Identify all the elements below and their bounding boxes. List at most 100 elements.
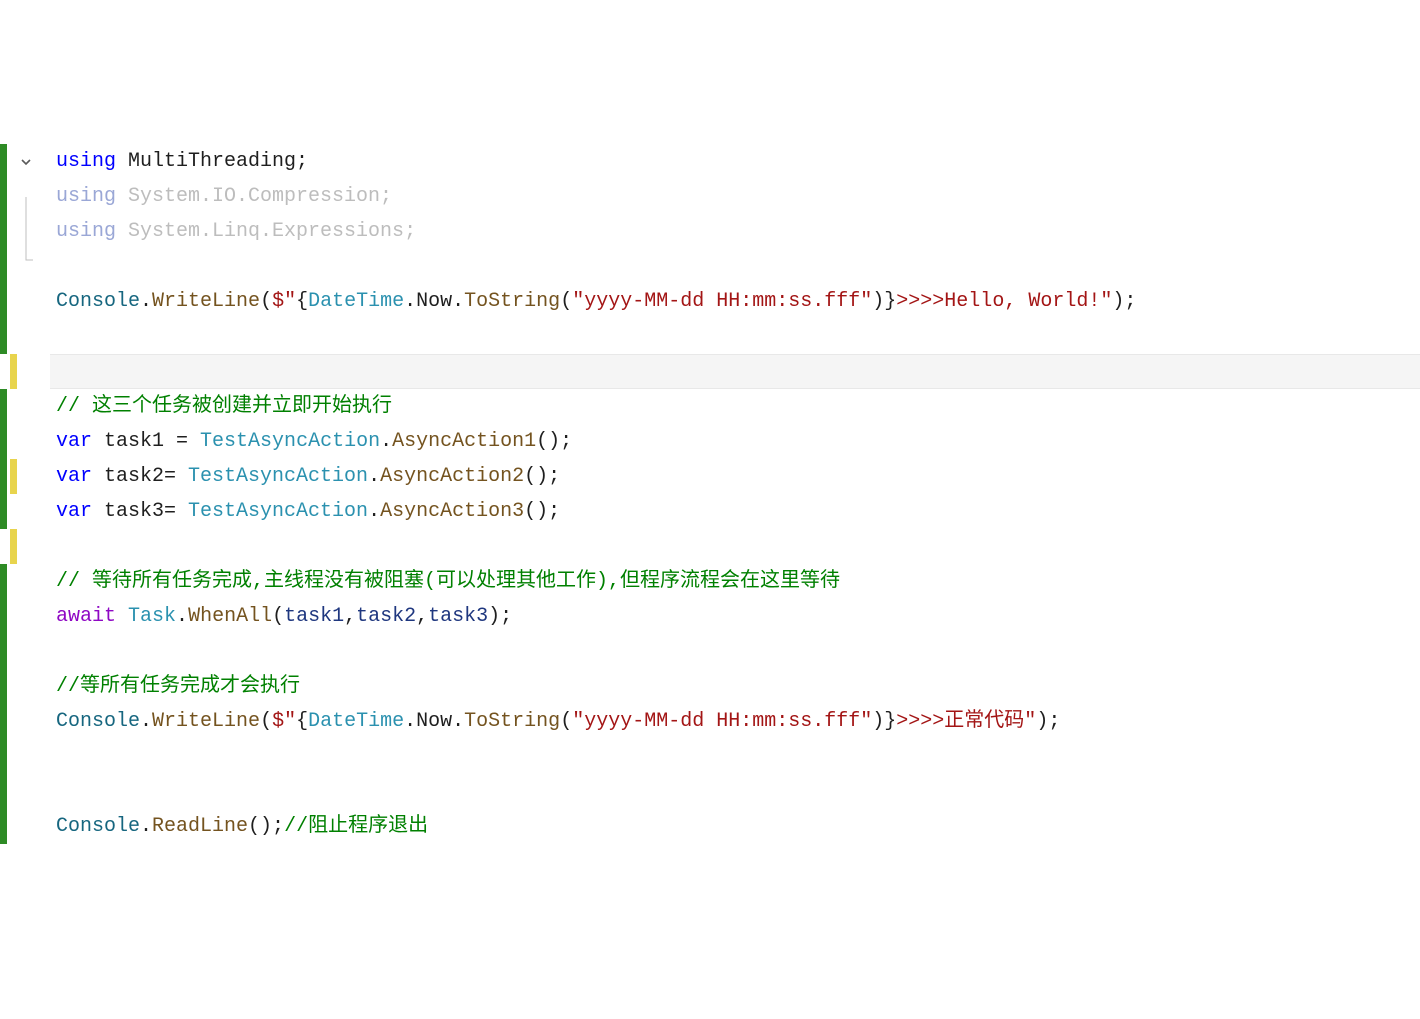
- change-marker: [0, 564, 7, 599]
- code-content[interactable]: var task2= TestAsyncAction.AsyncAction2(…: [50, 459, 560, 494]
- change-marker: [0, 459, 7, 494]
- marker-slot: [10, 249, 17, 284]
- change-marker: [0, 494, 7, 529]
- method-token: ToString: [464, 710, 560, 733]
- code-content[interactable]: Console.WriteLine($"{DateTime.Now.ToStri…: [50, 284, 1136, 319]
- code-content[interactable]: //等所有任务完成才会执行: [50, 669, 300, 704]
- local-token: task1: [284, 605, 344, 628]
- text-token: task2=: [92, 465, 188, 488]
- code-content[interactable]: var task1 = TestAsyncAction.AsyncAction1…: [50, 424, 572, 459]
- method-token: WhenAll: [188, 605, 272, 628]
- code-line[interactable]: // 等待所有任务完成,主线程没有被阻塞(可以处理其他工作),但程序流程会在这里…: [0, 564, 1420, 599]
- code-line[interactable]: [0, 529, 1420, 564]
- change-marker: [0, 424, 7, 459]
- marker-slot: [10, 634, 17, 669]
- code-line[interactable]: Console.WriteLine($"{DateTime.Now.ToStri…: [0, 284, 1420, 319]
- change-marker: [0, 354, 7, 389]
- marker-slot: [10, 599, 17, 634]
- punct-token: .: [368, 465, 380, 488]
- change-marker: [0, 739, 7, 774]
- code-line[interactable]: [0, 739, 1420, 774]
- type-token: Console: [56, 290, 140, 313]
- code-content[interactable]: Console.ReadLine();//阻止程序退出: [50, 809, 428, 844]
- gutter: [0, 739, 50, 774]
- punct-token: .: [380, 430, 392, 453]
- marker-slot: [10, 144, 17, 179]
- fold-toggle-icon[interactable]: [17, 156, 35, 168]
- marker-slot: [10, 214, 17, 249]
- code-content[interactable]: using System.IO.Compression;: [50, 179, 392, 214]
- gutter: [0, 249, 50, 284]
- code-line[interactable]: // 这三个任务被创建并立即开始执行: [0, 389, 1420, 424]
- code-line[interactable]: using System.Linq.Expressions;: [0, 214, 1420, 249]
- gutter: [0, 144, 50, 179]
- method-token: WriteLine: [152, 290, 260, 313]
- punct-token: .: [404, 290, 416, 313]
- code-content[interactable]: var task3= TestAsyncAction.AsyncAction3(…: [50, 494, 560, 529]
- punct-token: ();: [524, 500, 560, 523]
- marker-slot: [10, 494, 17, 529]
- code-content[interactable]: using System.Linq.Expressions;: [50, 214, 416, 249]
- punct-token: ();: [524, 465, 560, 488]
- local-token: task2: [356, 605, 416, 628]
- code-line[interactable]: await Task.WhenAll(task1,task2,task3);: [0, 599, 1420, 634]
- punct-token: }: [884, 290, 896, 313]
- marker-slot: [10, 319, 17, 354]
- change-marker: [0, 669, 7, 704]
- gutter: [0, 599, 50, 634]
- comment-token: // 等待所有任务完成,主线程没有被阻塞(可以处理其他工作),但程序流程会在这里…: [56, 570, 840, 593]
- code-editor[interactable]: using MultiThreading; using System.IO.Co…: [0, 140, 1420, 844]
- code-line[interactable]: //等所有任务完成才会执行: [0, 669, 1420, 704]
- code-line[interactable]: Console.ReadLine();//阻止程序退出: [0, 809, 1420, 844]
- change-marker: [0, 634, 7, 669]
- punct-token: ,: [344, 605, 356, 628]
- code-line-current[interactable]: [0, 354, 1420, 389]
- code-line[interactable]: Console.WriteLine($"{DateTime.Now.ToStri…: [0, 704, 1420, 739]
- code-content[interactable]: Console.WriteLine($"{DateTime.Now.ToStri…: [50, 704, 1060, 739]
- gutter: [0, 634, 50, 669]
- change-marker: [0, 214, 7, 249]
- punct-token: .: [140, 290, 152, 313]
- punct-token: );: [1112, 290, 1136, 313]
- code-line[interactable]: using System.IO.Compression;: [0, 179, 1420, 214]
- pending-marker: [10, 459, 17, 494]
- code-content[interactable]: using MultiThreading;: [50, 144, 308, 179]
- keyword-token: var: [56, 430, 92, 453]
- string-token: "yyyy-MM-dd HH:mm:ss.fff": [572, 710, 872, 733]
- code-line[interactable]: [0, 774, 1420, 809]
- marker-slot: [10, 389, 17, 424]
- current-line-highlight: [50, 354, 1420, 389]
- marker-slot: [10, 564, 17, 599]
- code-line[interactable]: [0, 249, 1420, 284]
- change-marker: [0, 389, 7, 424]
- text-token: task3=: [92, 500, 188, 523]
- method-token: AsyncAction3: [380, 500, 524, 523]
- code-content[interactable]: // 这三个任务被创建并立即开始执行: [50, 389, 392, 424]
- string-token: "yyyy-MM-dd HH:mm:ss.fff": [572, 290, 872, 313]
- method-token: AsyncAction2: [380, 465, 524, 488]
- punct-token: (: [260, 710, 272, 733]
- code-content[interactable]: await Task.WhenAll(task1,task2,task3);: [50, 599, 512, 634]
- punct-token: ): [872, 710, 884, 733]
- change-marker: [0, 319, 7, 354]
- code-line[interactable]: var task1 = TestAsyncAction.AsyncAction1…: [0, 424, 1420, 459]
- code-line[interactable]: [0, 634, 1420, 669]
- marker-slot: [10, 424, 17, 459]
- code-line[interactable]: var task2= TestAsyncAction.AsyncAction2(…: [0, 459, 1420, 494]
- code-line[interactable]: var task3= TestAsyncAction.AsyncAction3(…: [0, 494, 1420, 529]
- punct-token: {: [296, 710, 308, 733]
- gutter: [0, 669, 50, 704]
- code-line[interactable]: using MultiThreading;: [0, 144, 1420, 179]
- type-token: Console: [56, 710, 140, 733]
- code-line[interactable]: [0, 319, 1420, 354]
- change-marker: [0, 809, 7, 844]
- marker-slot: [10, 704, 17, 739]
- change-marker: [0, 144, 7, 179]
- punct-token: .: [404, 710, 416, 733]
- method-token: WriteLine: [152, 710, 260, 733]
- method-token: ToString: [464, 290, 560, 313]
- code-content[interactable]: // 等待所有任务完成,主线程没有被阻塞(可以处理其他工作),但程序流程会在这里…: [50, 564, 840, 599]
- string-token: >>>>Hello, World!": [896, 290, 1112, 313]
- change-marker: [0, 599, 7, 634]
- marker-slot: [10, 739, 17, 774]
